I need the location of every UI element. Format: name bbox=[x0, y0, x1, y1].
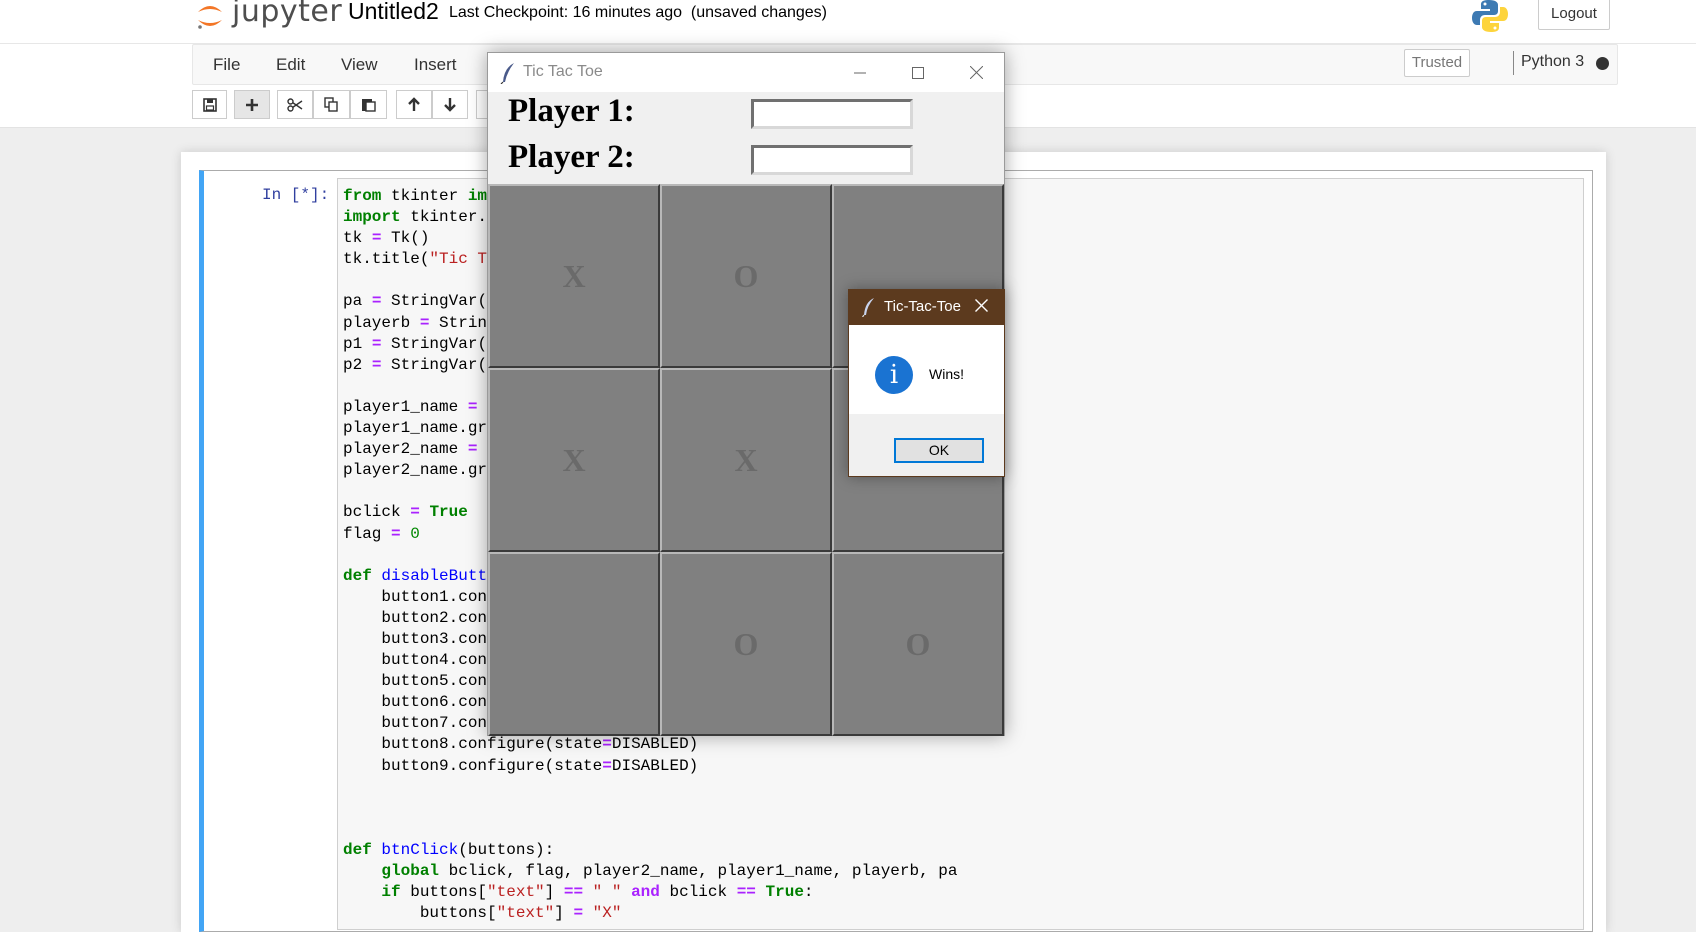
win-message-dialog: Tic-Tac-Toe i Wins! OK bbox=[848, 289, 1005, 477]
python-logo-icon bbox=[1472, 0, 1508, 32]
menu-edit[interactable]: Edit bbox=[276, 55, 305, 75]
dialog-close-button[interactable] bbox=[975, 296, 988, 317]
close-icon bbox=[975, 299, 988, 312]
player2-label: Player 2: bbox=[508, 139, 635, 175]
save-button[interactable] bbox=[192, 90, 227, 119]
ok-button[interactable]: OK bbox=[894, 438, 984, 463]
plus-icon bbox=[246, 98, 258, 111]
close-icon bbox=[969, 66, 983, 79]
menu-insert[interactable]: Insert bbox=[414, 55, 457, 75]
player1-label: Player 1: bbox=[508, 93, 635, 129]
dialog-titlebar[interactable]: Tic-Tac-Toe bbox=[849, 290, 1004, 325]
ttt-window-title: Tic Tac Toe bbox=[523, 63, 603, 80]
arrow-up-icon bbox=[408, 97, 420, 111]
trusted-indicator[interactable]: Trusted bbox=[1404, 49, 1470, 77]
dialog-message: Wins! bbox=[929, 366, 964, 382]
copy-button[interactable] bbox=[313, 90, 350, 119]
logout-button[interactable]: Logout bbox=[1538, 0, 1610, 30]
player2-input[interactable] bbox=[751, 145, 913, 175]
save-icon bbox=[202, 97, 217, 112]
board-button-9[interactable]: O bbox=[832, 552, 1004, 736]
minimize-icon bbox=[854, 72, 866, 73]
checkpoint-text: Last Checkpoint: 16 minutes ago bbox=[449, 4, 683, 21]
player1-input[interactable] bbox=[751, 99, 913, 129]
menu-file[interactable]: File bbox=[213, 55, 240, 75]
cell-prompt: In [*]: bbox=[262, 186, 330, 204]
ttt-titlebar[interactable]: Tic Tac Toe bbox=[488, 53, 1004, 92]
unsaved-indicator: (unsaved changes) bbox=[690, 4, 828, 21]
kernel-busy-icon bbox=[1596, 57, 1609, 70]
board-button-7[interactable] bbox=[488, 552, 660, 736]
board-button-2[interactable]: O bbox=[660, 184, 832, 368]
board-button-5[interactable]: X bbox=[660, 368, 832, 552]
jupyter-logo-text: jupyter bbox=[232, 0, 343, 29]
tk-feather-icon bbox=[500, 63, 514, 84]
cut-icon bbox=[287, 97, 303, 112]
dialog-body: i Wins! bbox=[849, 325, 1004, 414]
cut-button[interactable] bbox=[277, 90, 313, 119]
paste-button[interactable] bbox=[350, 90, 387, 119]
copy-icon bbox=[324, 97, 338, 112]
arrow-down-icon bbox=[444, 98, 456, 112]
menu-view[interactable]: View bbox=[341, 55, 378, 75]
dialog-title: Tic-Tac-Toe bbox=[884, 298, 961, 315]
board-button-8[interactable]: O bbox=[660, 552, 832, 736]
checkpoint-status: Last Checkpoint: 16 minutes ago (unsaved… bbox=[449, 4, 827, 22]
board-button-1[interactable]: X bbox=[488, 184, 660, 368]
maximize-button[interactable] bbox=[889, 53, 947, 92]
board-button-4[interactable]: X bbox=[488, 368, 660, 552]
move-up-button[interactable] bbox=[396, 90, 432, 119]
minimize-button[interactable] bbox=[831, 53, 889, 92]
notebook-title[interactable]: Untitled2 bbox=[348, 0, 439, 25]
close-button[interactable] bbox=[947, 53, 1005, 92]
maximize-icon bbox=[912, 66, 924, 79]
insert-cell-button[interactable] bbox=[234, 90, 270, 119]
paste-icon bbox=[362, 99, 376, 112]
kernel-name[interactable]: Python 3 bbox=[1521, 53, 1584, 71]
kernel-separator bbox=[1513, 51, 1514, 75]
move-down-button[interactable] bbox=[432, 90, 468, 119]
jupyter-logo-icon bbox=[198, 6, 222, 29]
info-icon: i bbox=[875, 356, 913, 394]
tk-feather-icon bbox=[862, 298, 874, 317]
